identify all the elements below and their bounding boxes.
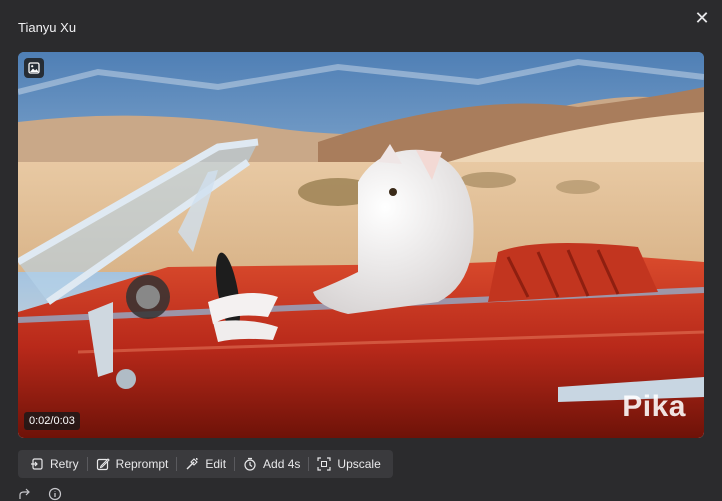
- edit-label: Edit: [205, 457, 227, 471]
- share-icon[interactable]: [18, 487, 32, 501]
- upscale-label: Upscale: [337, 457, 381, 471]
- retry-button[interactable]: Retry: [22, 450, 87, 478]
- reprompt-label: Reprompt: [115, 457, 169, 471]
- info-icon[interactable]: [48, 487, 62, 501]
- expand-icon: [317, 457, 332, 471]
- timer-icon: [244, 457, 256, 471]
- video-frame: [18, 52, 704, 438]
- action-toolbar: Retry Reprompt Edit Add 4s Upscale: [18, 450, 393, 478]
- image-icon[interactable]: [24, 58, 44, 78]
- author-name: Tianyu Xu: [18, 20, 77, 35]
- add-4s-button[interactable]: Add 4s: [235, 450, 308, 478]
- watermark: Pika: [622, 390, 686, 423]
- video-modal: Tianyu Xu ✕ 0:02/0:03 Pika Retry Repromp…: [0, 0, 722, 501]
- retry-icon: [31, 458, 43, 470]
- footer-icons: [18, 487, 62, 501]
- edit-pencil-icon: [96, 458, 110, 471]
- magic-wand-icon: [186, 458, 199, 470]
- add-4s-label: Add 4s: [263, 457, 301, 471]
- upscale-button[interactable]: Upscale: [309, 450, 388, 478]
- video-timecode: 0:02/0:03: [24, 412, 80, 430]
- close-icon[interactable]: ✕: [692, 8, 712, 28]
- reprompt-button[interactable]: Reprompt: [88, 450, 177, 478]
- video-player[interactable]: 0:02/0:03 Pika: [18, 52, 704, 438]
- retry-label: Retry: [50, 457, 79, 471]
- edit-button[interactable]: Edit: [177, 450, 234, 478]
